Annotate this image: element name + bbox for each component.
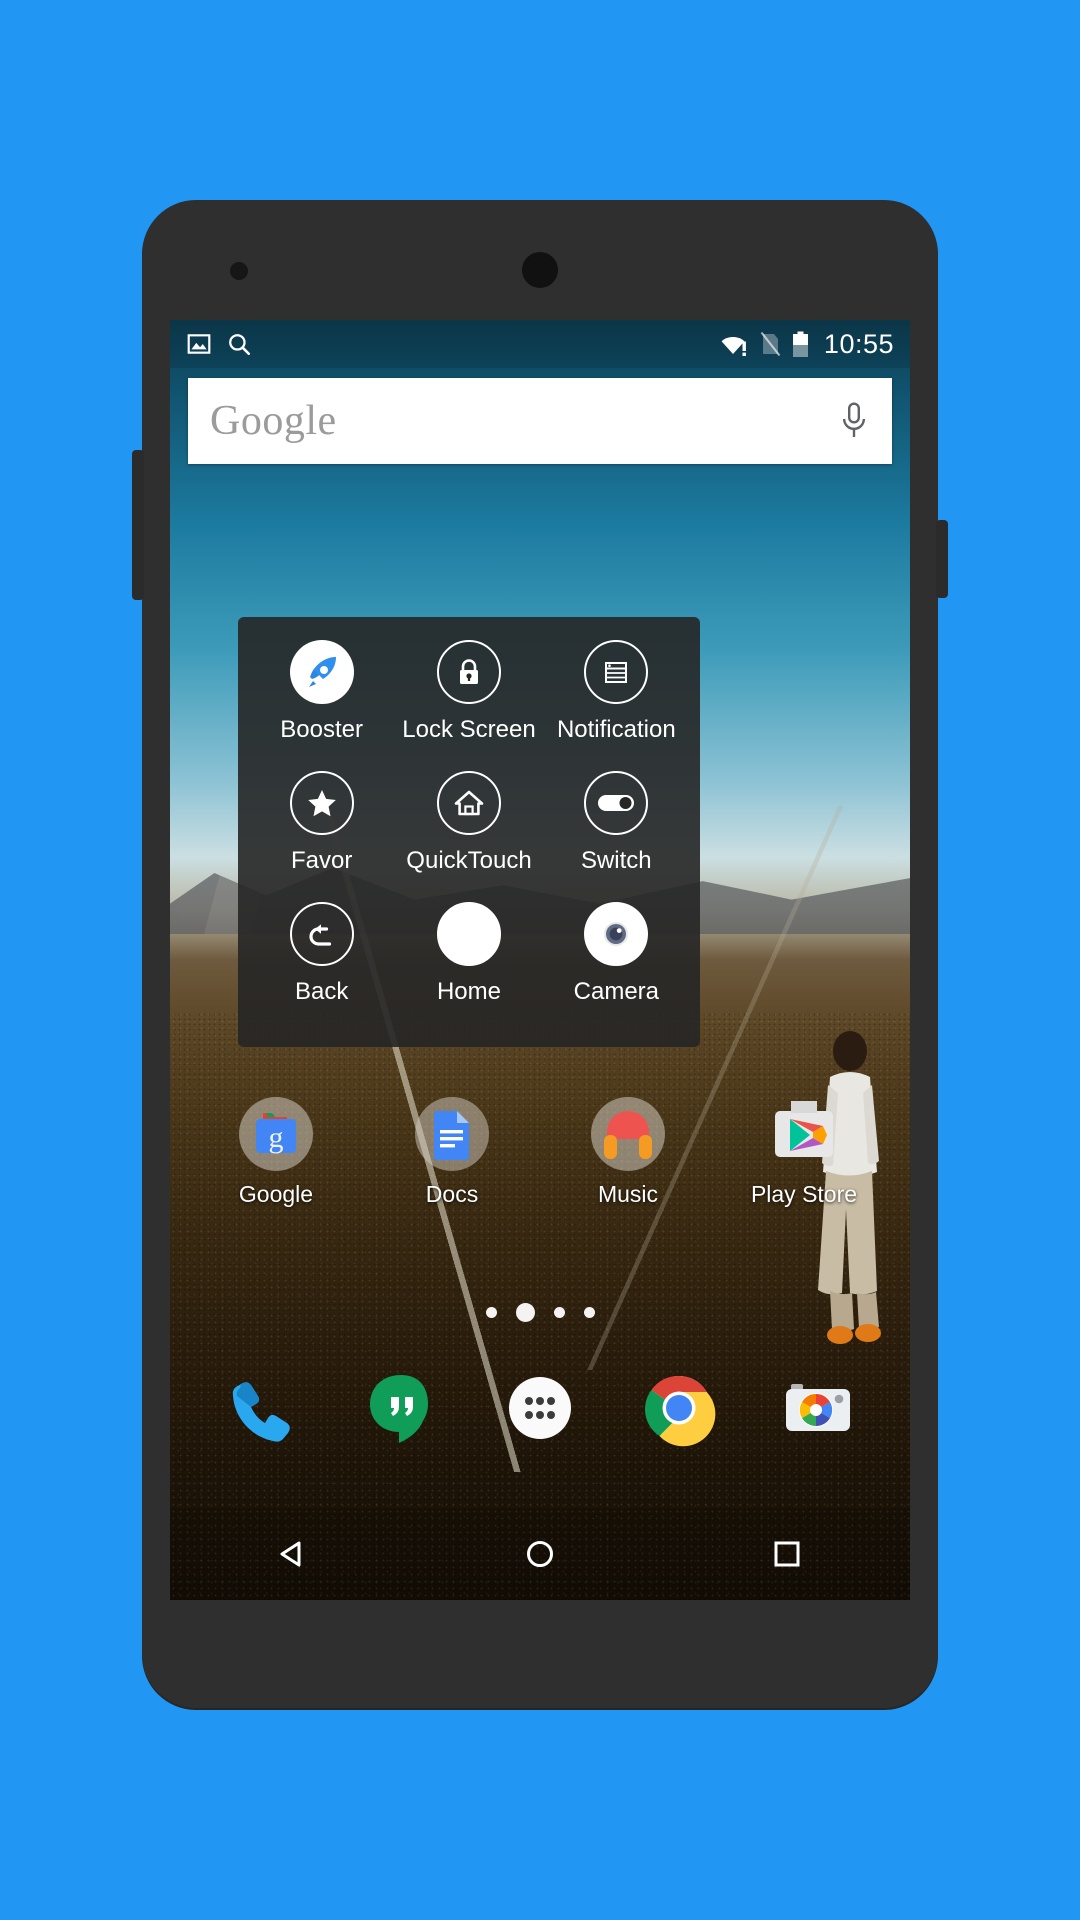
quicktouch-icon-wrap (436, 770, 502, 836)
camera-icon-wrap (583, 901, 649, 967)
booster-icon-wrap (289, 639, 355, 705)
app-play-store[interactable]: Play Store (740, 1095, 868, 1208)
app-label: Docs (425, 1181, 479, 1207)
dock-hangouts-icon[interactable] (358, 1365, 444, 1451)
app-label: Google (238, 1181, 314, 1207)
back-arrow-icon (289, 902, 354, 966)
volume-button[interactable] (132, 450, 144, 600)
star-icon (289, 771, 354, 835)
wifi-warning-icon (721, 337, 746, 356)
quick-action-label: Home (436, 978, 501, 1005)
quick-action-switch[interactable]: Switch (543, 770, 690, 875)
phone-device: 10:55 Google Booster Lock Screen Notific… (132, 200, 948, 1708)
app-label: Play Store (750, 1181, 858, 1207)
page-dot[interactable] (485, 1307, 497, 1318)
favor-icon-wrap (289, 770, 355, 836)
home-icon (436, 771, 501, 835)
home-circle-icon (436, 902, 501, 966)
svg-text:g: g (269, 1121, 284, 1154)
quick-action-camera[interactable]: Camera (543, 901, 690, 1006)
quick-action-home[interactable]: Home (395, 901, 542, 1006)
app-docs[interactable]: Docs (388, 1095, 516, 1208)
dock (170, 1365, 910, 1451)
switch-icon-wrap (583, 770, 649, 836)
signal-off-icon (760, 331, 781, 357)
quick-action-label: QuickTouch (406, 847, 532, 874)
quick-action-quicktouch[interactable]: QuickTouch (395, 770, 542, 875)
dock-google-camera-icon[interactable] (775, 1365, 861, 1451)
play-music-icon (589, 1095, 667, 1173)
proximity-sensor (230, 262, 248, 280)
play-store-icon (765, 1095, 843, 1173)
dock-phone-icon[interactable] (219, 1365, 305, 1451)
nav-back-triangle-icon[interactable] (248, 1524, 338, 1584)
search-icon (229, 334, 251, 356)
google-logo-text: Google (210, 398, 337, 444)
phone-screen: 10:55 Google Booster Lock Screen Notific… (170, 320, 910, 1600)
dock-chrome-icon[interactable] (636, 1365, 722, 1451)
android-nav-bar (170, 1508, 910, 1600)
quick-action-popup: Booster Lock Screen Notification Favor Q… (238, 617, 700, 1047)
page-dot-active[interactable] (515, 1303, 535, 1322)
nav-recents-square-icon[interactable] (742, 1524, 832, 1584)
page-dot[interactable] (583, 1307, 595, 1318)
quick-action-notification[interactable]: Notification (543, 639, 690, 744)
lock-icon-wrap (436, 639, 502, 705)
quick-action-back[interactable]: Back (248, 901, 395, 1006)
quick-action-booster[interactable]: Booster (248, 639, 395, 744)
notification-list-icon (584, 640, 649, 704)
google-docs-icon (413, 1095, 491, 1173)
page-dot[interactable] (553, 1307, 565, 1318)
quick-action-label: Favor (290, 847, 353, 874)
camera-lens-icon (584, 902, 649, 966)
toggle-on-icon (584, 771, 649, 835)
quick-action-favor[interactable]: Favor (248, 770, 395, 875)
quick-action-label: Booster (280, 716, 364, 743)
google-folder-icon: g (237, 1095, 315, 1173)
notification-icon-wrap (583, 639, 649, 705)
home-app-row: g Google Docs Music Play Store (170, 1095, 910, 1208)
google-search-bar[interactable]: Google (188, 378, 892, 464)
quick-action-label: Switch (580, 847, 652, 874)
quick-action-label: Notification (556, 716, 676, 743)
home-circle-icon-wrap (436, 901, 502, 967)
status-bar: 10:55 (170, 320, 910, 368)
status-bar-left (186, 331, 252, 357)
status-bar-clock: 10:55 (823, 328, 894, 359)
quick-action-label: Camera (573, 978, 659, 1005)
microphone-icon[interactable] (838, 401, 870, 441)
front-camera (522, 252, 558, 288)
quick-action-label: Back (294, 978, 349, 1005)
dock-app-drawer-icon[interactable] (497, 1365, 583, 1451)
app-music[interactable]: Music (564, 1095, 692, 1208)
quick-action-label: Lock Screen (402, 716, 536, 743)
quick-action-grid: Booster Lock Screen Notification Favor Q… (248, 639, 690, 1006)
lock-icon (436, 640, 501, 704)
image-icon (187, 334, 211, 354)
rocket-icon (289, 640, 354, 704)
back-icon-wrap (289, 901, 355, 967)
status-bar-right: 10:55 (721, 329, 894, 360)
power-button[interactable] (936, 520, 948, 598)
app-label: Music (597, 1181, 659, 1207)
app-google[interactable]: g Google (212, 1095, 340, 1208)
nav-home-circle-icon[interactable] (495, 1524, 585, 1584)
page-indicator (170, 1303, 910, 1322)
battery-icon (792, 331, 808, 357)
quick-action-lock-screen[interactable]: Lock Screen (395, 639, 542, 744)
